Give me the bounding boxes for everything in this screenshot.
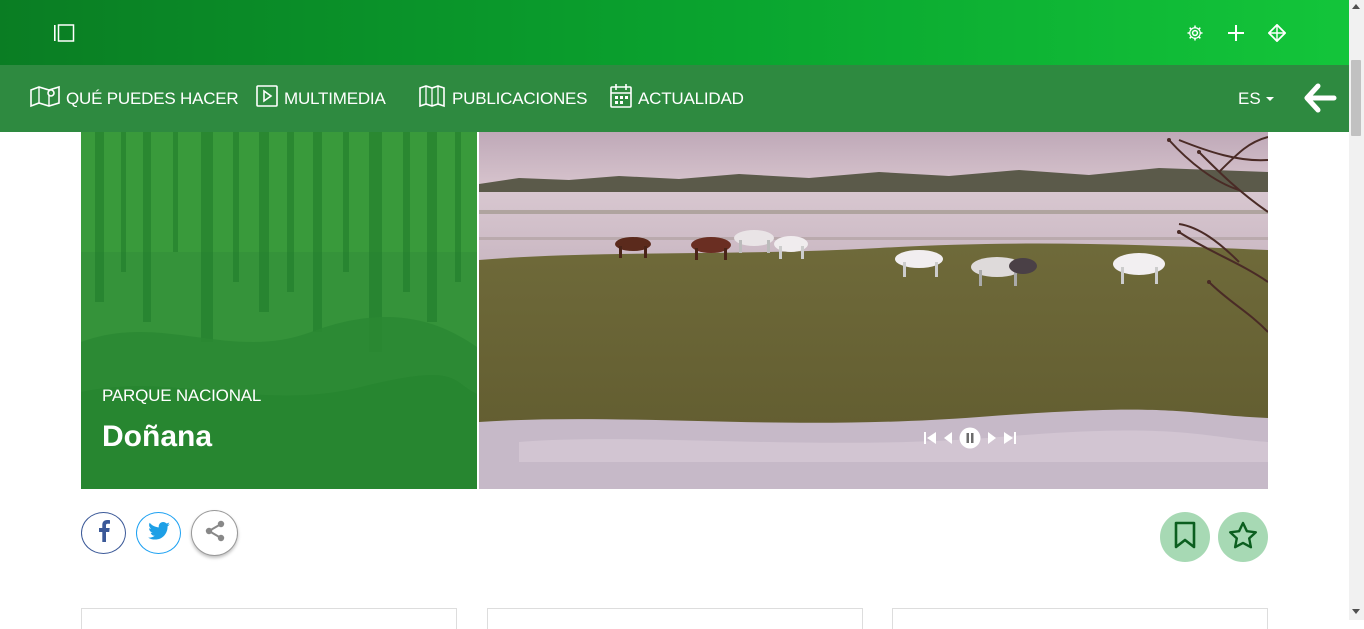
content-card[interactable] (81, 608, 457, 629)
hero-title-panel: PARQUE NACIONAL Doñana (81, 132, 477, 489)
hero-slideshow (479, 132, 1268, 489)
back-arrow-icon[interactable] (1302, 80, 1338, 116)
nav-label: QUÉ PUEDES HACER (66, 88, 239, 108)
last-slide-icon[interactable] (1003, 431, 1017, 450)
nav-label: MULTIMEDIA (284, 88, 386, 108)
facebook-icon (97, 519, 111, 547)
previous-slide-icon[interactable] (943, 431, 953, 450)
top-bar (0, 0, 1349, 65)
scrollbar-thumb[interactable] (1351, 60, 1361, 136)
hero-banner: PARQUE NACIONAL Doñana (81, 132, 1268, 489)
nav-label: PUBLICACIONES (452, 88, 588, 108)
scroll-down-icon[interactable] (1352, 609, 1360, 614)
nav-item-publicaciones[interactable]: PUBLICACIONES (418, 65, 588, 132)
play-icon (256, 84, 284, 113)
map-pin-icon (30, 84, 66, 113)
twitter-share-button[interactable] (136, 512, 181, 554)
hero-title: Doñana (102, 420, 213, 453)
first-slide-icon[interactable] (923, 431, 937, 450)
pause-icon[interactable] (959, 427, 981, 454)
bookmark-button[interactable] (1160, 512, 1210, 562)
favorite-button[interactable] (1218, 512, 1268, 562)
share-button[interactable] (191, 510, 238, 556)
nav-item-que-puedes-hacer[interactable]: QUÉ PUEDES HACER (30, 65, 239, 132)
facebook-share-button[interactable] (81, 512, 126, 554)
content-card[interactable] (487, 608, 863, 629)
calendar-icon (610, 83, 638, 114)
star-icon (1228, 521, 1258, 554)
caret-down-icon (1265, 96, 1274, 101)
bookmark-icon (1174, 521, 1196, 554)
language-selector[interactable]: ES (1238, 65, 1274, 132)
sidebar-toggle-icon[interactable] (53, 24, 75, 42)
hero-kicker: PARQUE NACIONAL (102, 386, 262, 405)
share-icon (204, 520, 226, 547)
nav-item-multimedia[interactable]: MULTIMEDIA (256, 65, 386, 132)
twitter-icon (147, 521, 170, 545)
next-slide-icon[interactable] (987, 431, 997, 450)
main-nav: QUÉ PUEDES HACER MULTIMEDIA PUBLICACIONE… (0, 65, 1349, 132)
plus-icon[interactable] (1225, 22, 1247, 44)
nav-label: ACTUALIDAD (638, 88, 744, 108)
book-icon (418, 84, 452, 113)
language-label: ES (1238, 88, 1261, 108)
settings-icon[interactable] (1184, 22, 1206, 44)
content-card[interactable] (892, 608, 1268, 629)
slideshow-controls (923, 427, 1017, 454)
network-icon[interactable] (1266, 22, 1288, 44)
marsh-horses-photo (479, 132, 1268, 489)
scroll-up-icon[interactable] (1352, 4, 1360, 9)
nav-item-actualidad[interactable]: ACTUALIDAD (610, 65, 744, 132)
